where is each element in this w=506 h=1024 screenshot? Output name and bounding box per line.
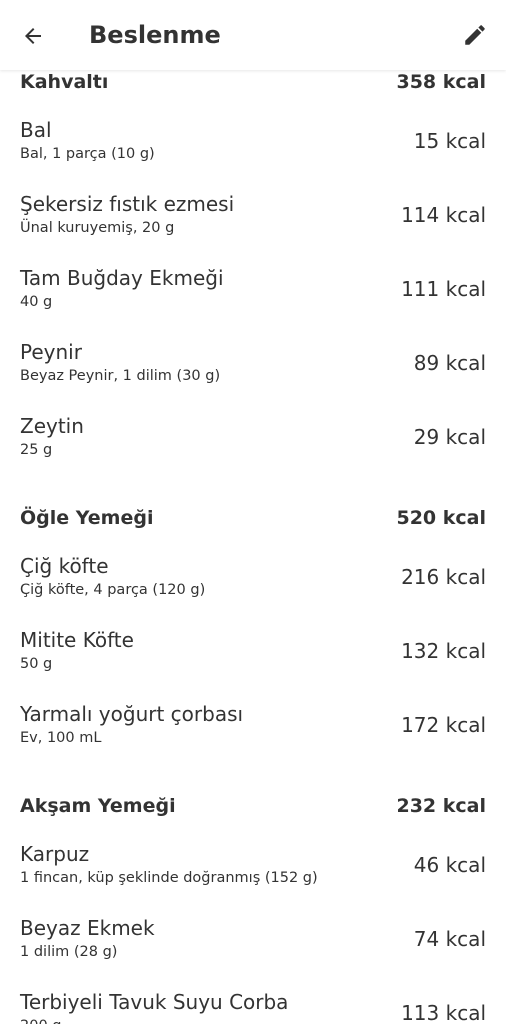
food-detail: Bal, 1 parça (10 g) bbox=[20, 146, 155, 162]
food-kcal: 113 kcal bbox=[401, 1001, 486, 1024]
food-detail: Çiğ köfte, 4 parça (120 g) bbox=[20, 582, 206, 598]
food-item[interactable]: Beyaz Ekmek 1 dilim (28 g) 74 kcal bbox=[0, 902, 506, 976]
food-detail: 200 g bbox=[20, 1016, 288, 1024]
food-kcal: 15 kcal bbox=[413, 129, 486, 153]
food-detail: 1 dilim (28 g) bbox=[20, 944, 118, 960]
food-kcal: 46 kcal bbox=[413, 853, 486, 877]
section-title: Kahvaltı bbox=[20, 71, 109, 93]
section-total: 232 kcal bbox=[396, 795, 486, 817]
edit-button[interactable] bbox=[460, 20, 490, 50]
food-item[interactable]: Tam Buğday Ekmeği 40 g 111 kcal bbox=[0, 252, 506, 326]
page-title: Beslenme bbox=[89, 21, 221, 49]
food-detail: 25 g bbox=[20, 442, 53, 458]
food-item[interactable]: Yarmalı yoğurt çorbası Ev, 100 mL 172 kc… bbox=[0, 688, 506, 762]
food-item[interactable]: Bal Bal, 1 parça (10 g) 15 kcal bbox=[0, 104, 506, 178]
food-detail: 50 g bbox=[20, 656, 53, 672]
food-name: Terbiyeli Tavuk Suyu Corba bbox=[20, 990, 289, 1014]
section-title: Akşam Yemeği bbox=[20, 795, 176, 817]
food-name: Yarmalı yoğurt çorbası bbox=[20, 702, 244, 726]
food-kcal: 111 kcal bbox=[401, 277, 486, 301]
section-header-lunch[interactable]: Öğle Yemeği 520 kcal bbox=[0, 496, 506, 540]
food-detail: 40 g bbox=[20, 294, 53, 310]
food-item[interactable]: Peynir Beyaz Peynir, 1 dilim (30 g) 89 k… bbox=[0, 326, 506, 400]
section-header-dinner[interactable]: Akşam Yemeği 232 kcal bbox=[0, 784, 506, 828]
food-name: Zeytin bbox=[20, 414, 84, 438]
food-detail: Ev, 100 mL bbox=[20, 730, 102, 746]
food-name: Bal bbox=[20, 118, 52, 142]
food-item[interactable]: Karpuz 1 fincan, küp şeklinde doğranmış … bbox=[0, 828, 506, 902]
food-kcal: 114 kcal bbox=[401, 203, 486, 227]
app-bar: Beslenme bbox=[0, 0, 506, 70]
food-kcal: 216 kcal bbox=[401, 565, 486, 589]
food-item[interactable]: Şekersiz fıstık ezmesi Ünal kuruyemiş, 2… bbox=[0, 178, 506, 252]
food-kcal: 172 kcal bbox=[401, 713, 486, 737]
food-name: Tam Buğday Ekmeği bbox=[20, 266, 224, 290]
section-title: Öğle Yemeği bbox=[20, 507, 154, 529]
food-kcal: 132 kcal bbox=[401, 639, 486, 663]
section-total: 520 kcal bbox=[396, 507, 486, 529]
food-kcal: 74 kcal bbox=[413, 927, 486, 951]
food-item[interactable]: Terbiyeli Tavuk Suyu Corba 200 g 113 kca… bbox=[0, 976, 506, 1024]
food-detail: Beyaz Peynir, 1 dilim (30 g) bbox=[20, 368, 221, 384]
back-button[interactable] bbox=[18, 21, 48, 51]
pencil-icon bbox=[465, 25, 485, 45]
food-item[interactable]: Mitite Köfte 50 g 132 kcal bbox=[0, 614, 506, 688]
arrow-left-icon bbox=[25, 28, 41, 44]
food-item[interactable]: Zeytin 25 g 29 kcal bbox=[0, 400, 506, 474]
food-kcal: 29 kcal bbox=[413, 425, 486, 449]
meal-list: Kahvaltı 358 kcal Bal Bal, 1 parça (10 g… bbox=[0, 60, 506, 1024]
food-name: Karpuz bbox=[20, 842, 90, 866]
food-item[interactable]: Çiğ köfte Çiğ köfte, 4 parça (120 g) 216… bbox=[0, 540, 506, 614]
food-detail: Ünal kuruyemiş, 20 g bbox=[20, 220, 175, 236]
food-name: Beyaz Ekmek bbox=[20, 916, 155, 940]
section-total: 358 kcal bbox=[396, 71, 486, 93]
food-kcal: 89 kcal bbox=[413, 351, 486, 375]
food-name: Çiğ köfte bbox=[20, 554, 109, 578]
food-name: Peynir bbox=[20, 340, 82, 364]
food-name: Mitite Köfte bbox=[20, 628, 134, 652]
food-detail: 1 fincan, küp şeklinde doğranmış (152 g) bbox=[20, 870, 318, 886]
food-name: Şekersiz fıstık ezmesi bbox=[20, 192, 235, 216]
